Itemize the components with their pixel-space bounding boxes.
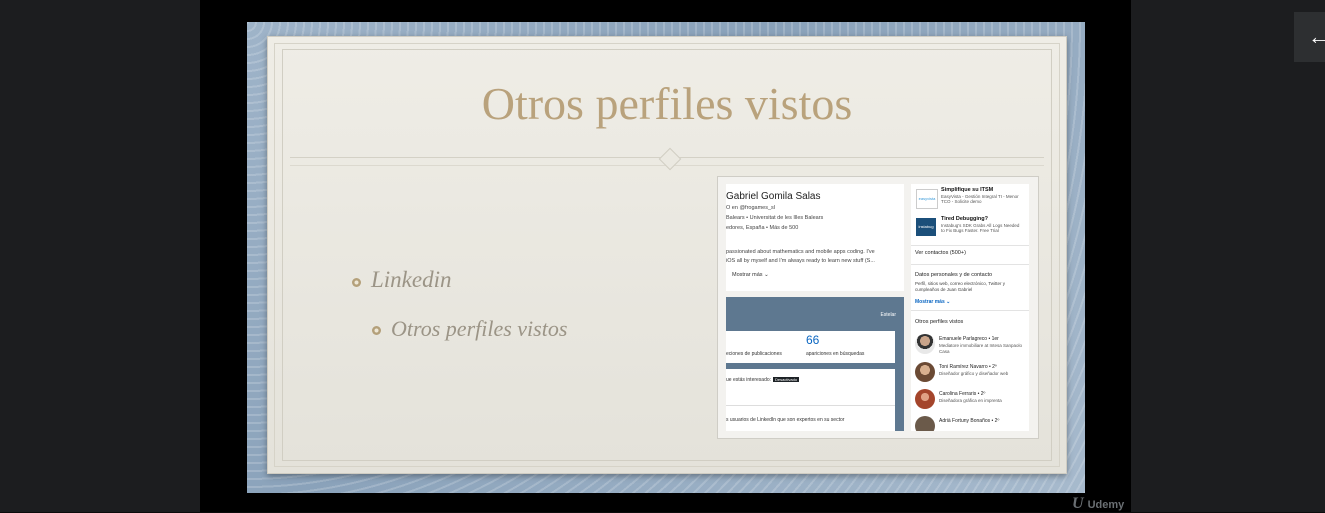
- search-appearances-count: 66: [806, 333, 820, 347]
- avatar: [915, 334, 935, 354]
- profile-location: edores, España • Más de 500: [726, 225, 799, 231]
- avatar: [915, 416, 935, 431]
- linkedin-screenshot: Gabriel Gomila Salas O en @frogames_sl B…: [717, 176, 1039, 439]
- interest-badge: Desactivado: [773, 377, 800, 382]
- viewed-profile-name: Toni Ramírez Navarro • 2º: [939, 364, 997, 370]
- show-more-link: Mostrar más ⌄: [915, 299, 951, 305]
- ad-description: EasyVista - Gestión Integral TI - Menor …: [941, 194, 1019, 204]
- avatar: [915, 389, 935, 409]
- viewed-profile-name: Adrià Fortuny Bonaños • 2º: [939, 418, 1000, 424]
- profile-headline: O en @frogames_sl: [726, 205, 775, 211]
- profile-about-line: passionated about mathematics and mobile…: [726, 249, 875, 255]
- profile-sidebar: easyvista Simplifique su ITSM EasyVista …: [911, 184, 1029, 431]
- interest-row: ue estás interesado: Desactivado s usuari…: [726, 369, 895, 431]
- udemy-watermark: U Udemy: [1072, 495, 1125, 512]
- udemy-logo-icon: U: [1072, 495, 1084, 512]
- bullet-item: Linkedin: [352, 267, 452, 293]
- viewed-profile-item: Adrià Fortuny Bonaños • 2º: [915, 416, 1029, 431]
- personal-info-desc: Perfil, sitios web, correo electrónico, …: [915, 281, 1005, 292]
- avatar: [915, 362, 935, 382]
- viewed-profile-role: Mediatore immobiliare at Intesa Sanpaolo…: [939, 343, 1023, 354]
- profile-card: Gabriel Gomila Salas O en @frogames_sl B…: [726, 184, 904, 291]
- viewed-profile-role: Diseñadora gráfica en imprenta: [939, 398, 1002, 403]
- experts-text: s usuarios de LinkedIn que son expertos …: [726, 417, 845, 423]
- ad-instabug: instabug Tired Debugging? Instabug's SDK…: [916, 216, 1028, 244]
- ad-description: Instabug's SDK Grabs All Logs Needed to …: [941, 223, 1020, 233]
- slide: Otros perfiles vistos Linkedin Otros per…: [247, 22, 1085, 493]
- viewed-profile-item: Toni Ramírez Navarro • 2º Diseñador gráf…: [915, 362, 1029, 386]
- contacts-link: Ver contactos (500+): [915, 250, 966, 256]
- row-separator: [726, 405, 895, 406]
- stats-row: 66 eciones de publicaciones apariciones …: [726, 331, 895, 363]
- slide-title: Otros perfiles vistos: [481, 78, 853, 129]
- left-backdrop: [0, 0, 200, 512]
- ad-title: Tired Debugging?: [941, 216, 988, 222]
- bullet-icon: [352, 278, 361, 287]
- easyvista-logo-icon: easyvista: [916, 189, 938, 209]
- bullet-text: Otros perfiles vistos: [391, 316, 568, 341]
- bullet-icon: [372, 326, 381, 335]
- dashboard-card: Estelar 66 eciones de publicaciones apar…: [726, 297, 904, 431]
- right-backdrop: [1131, 0, 1325, 512]
- sidebar-divider: [911, 264, 1029, 265]
- bullet-text: Linkedin: [371, 267, 452, 292]
- instabug-logo-icon: instabug: [916, 218, 936, 236]
- viewed-profile-item: Carolina Ferraris • 2º Diseñadora gráfic…: [915, 389, 1029, 413]
- profile-name: Gabriel Gomila Salas: [726, 191, 821, 202]
- ad-easyvista: easyvista Simplifique su ITSM EasyVista …: [916, 187, 1028, 215]
- sidebar-divider: [911, 245, 1029, 246]
- viewed-profile-item: Emanuele Parlagreco • 1er Mediatore immo…: [915, 334, 1029, 358]
- search-appearances-label: apariciones en búsquedas: [806, 351, 865, 357]
- profile-column: Gabriel Gomila Salas O en @frogames_sl B…: [726, 184, 904, 431]
- ad-title: Simplifique su ITSM: [941, 187, 994, 193]
- viewed-profile-name: Emanuele Parlagreco • 1er: [939, 336, 999, 342]
- interest-text: ue estás interesado: Desactivado: [726, 377, 800, 383]
- slide-paper: Otros perfiles vistos Linkedin Otros per…: [267, 36, 1067, 474]
- profile-education: Balears • Universitat de les Illes Balea…: [726, 215, 824, 221]
- viewed-profile-role: Diseñador gráfico y diseñador web: [939, 371, 1009, 376]
- viewed-profile-name: Carolina Ferraris • 2º: [939, 391, 986, 397]
- others-viewed-title: Otros perfiles vistos: [915, 319, 964, 325]
- post-views-label: eciones de publicaciones: [726, 351, 782, 357]
- dashboard-header: Estelar: [726, 297, 904, 329]
- show-more-link: Mostrar más ⌄: [732, 272, 769, 278]
- profile-about-line: iOS all by myself and I'm always ready t…: [726, 258, 875, 264]
- personal-info-title: Datos personales y de contacto: [915, 272, 993, 278]
- back-arrow-icon[interactable]: ←: [1294, 12, 1325, 62]
- dashboard-edit-label: Estelar: [880, 312, 896, 318]
- sidebar-divider: [911, 310, 1029, 311]
- sub-bullet-item: Otros perfiles vistos: [372, 316, 568, 342]
